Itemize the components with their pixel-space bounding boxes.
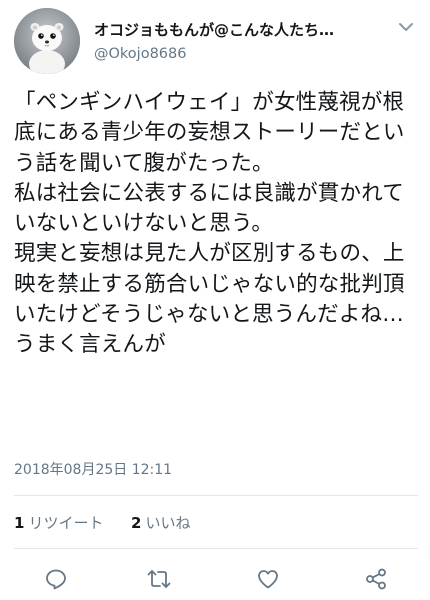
retweet-label: リツイート: [28, 514, 104, 532]
divider: [14, 548, 418, 549]
chevron-down-icon[interactable]: [398, 18, 414, 31]
like-stat[interactable]: 2 いいね: [131, 514, 190, 532]
tweet-text: 「ペンギンハイウェイ」が女性蔑視が根底にある青少年の妄想ストーリーだという話を聞…: [14, 90, 405, 358]
tweet-actions: [0, 560, 430, 596]
like-label: いいね: [145, 514, 191, 532]
tweet-card: オコジョももんが@こんな人たち… @Okojo8686 「ペンギンハイウェイ」が…: [0, 0, 430, 600]
avatar[interactable]: [14, 8, 80, 74]
user-name-block[interactable]: オコジョももんが@こんな人たち… @Okojo8686: [94, 20, 384, 64]
retweet-icon[interactable]: [146, 566, 172, 592]
tweet-header: オコジョももんが@こんな人たち… @Okojo8686: [14, 8, 418, 78]
divider: [14, 495, 418, 496]
like-count: 2: [131, 514, 142, 532]
reply-icon[interactable]: [43, 566, 69, 592]
heart-icon[interactable]: [255, 566, 281, 592]
tweet-stats: 1 リツイート 2 いいね: [14, 512, 190, 534]
retweet-stat[interactable]: 1 リツイート: [14, 514, 108, 532]
avatar-image: [14, 8, 80, 74]
retweet-count: 1: [14, 514, 25, 532]
share-icon[interactable]: [363, 566, 389, 592]
tweet-timestamp[interactable]: 2018年08月25日 12:11: [14, 460, 172, 480]
user-handle[interactable]: @Okojo8686: [94, 44, 384, 64]
display-name[interactable]: オコジョももんが@こんな人たち…: [94, 20, 384, 40]
